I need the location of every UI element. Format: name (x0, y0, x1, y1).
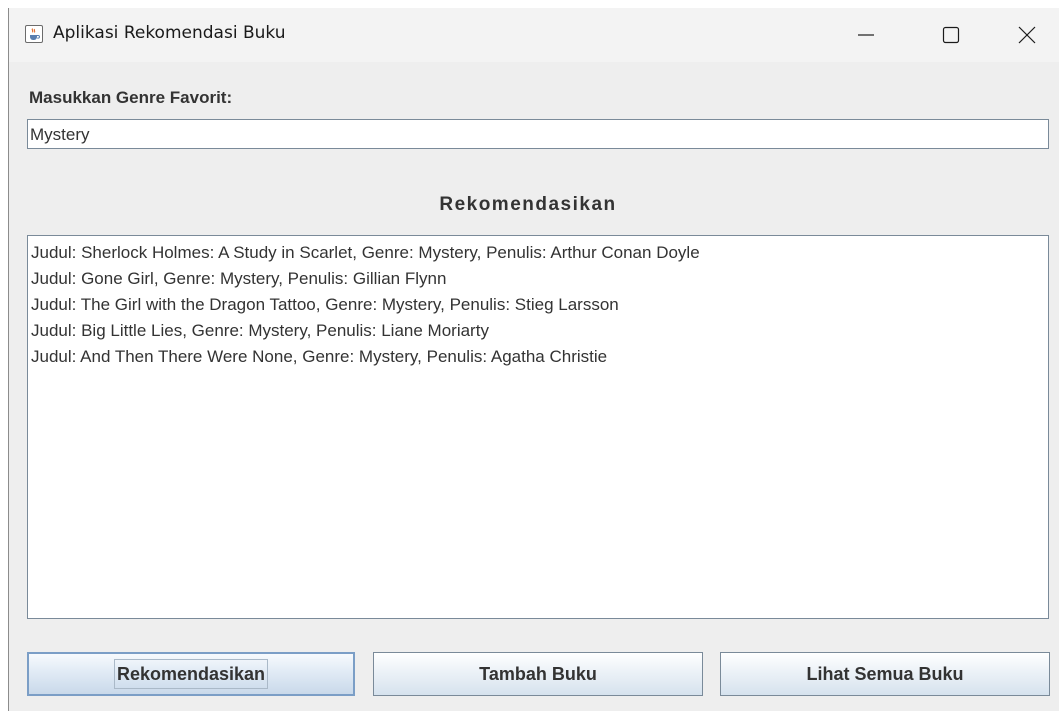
java-cup-icon[interactable] (25, 25, 43, 43)
result-line: Judul: Big Little Lies, Genre: Mystery, … (31, 321, 489, 340)
minimize-button[interactable] (843, 8, 889, 62)
recommend-button[interactable]: Rekomendasikan (27, 652, 355, 696)
recommendation-heading: Rekomendasikan (439, 194, 617, 215)
maximize-button[interactable] (928, 8, 974, 62)
genre-input[interactable] (27, 119, 1049, 149)
result-line: Judul: Sherlock Holmes: A Study in Scarl… (31, 243, 700, 262)
close-button[interactable] (1004, 8, 1050, 62)
result-line: Judul: The Girl with the Dragon Tattoo, … (31, 295, 619, 314)
recommend-button-label: Rekomendasikan (113, 659, 269, 689)
result-line: Judul: Gone Girl, Genre: Mystery, Penuli… (31, 269, 447, 288)
recommendation-text-area[interactable]: Judul: Sherlock Holmes: A Study in Scarl… (27, 235, 1049, 619)
result-line: Judul: And Then There Were None, Genre: … (31, 347, 608, 366)
maximize-icon (942, 26, 960, 44)
add-book-button[interactable]: Tambah Buku (373, 652, 703, 696)
view-all-books-button-label: Lihat Semua Buku (806, 664, 964, 684)
close-icon (1018, 26, 1036, 44)
app-window: Aplikasi Rekomendasi Buku Masukkan Genre… (8, 8, 1059, 711)
title-bar[interactable]: Aplikasi Rekomendasi Buku (9, 8, 1059, 62)
add-book-button-label: Tambah Buku (479, 664, 597, 684)
view-all-books-button[interactable]: Lihat Semua Buku (720, 652, 1050, 696)
window-title: Aplikasi Rekomendasi Buku (53, 23, 286, 43)
content-panel: Masukkan Genre Favorit: Rekomendasikan J… (9, 62, 1059, 711)
genre-label: Masukkan Genre Favorit: (29, 88, 233, 107)
minimize-icon (858, 34, 874, 36)
